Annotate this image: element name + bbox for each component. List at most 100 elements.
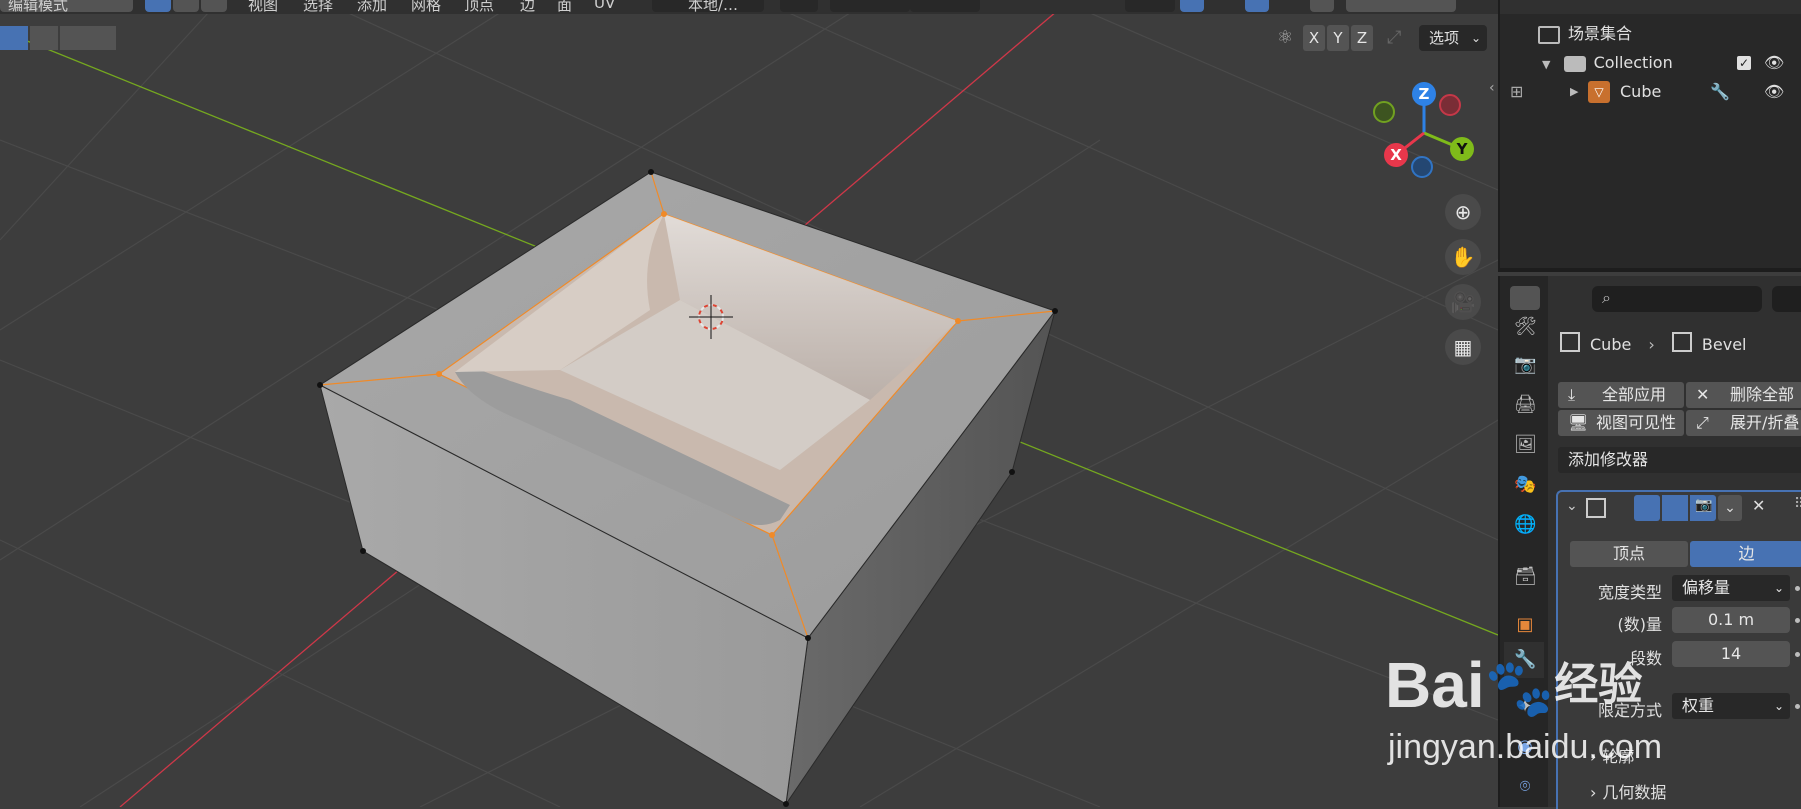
limit-method-label: 限定方式 (1597, 701, 1662, 720)
bevel-icon (1671, 332, 1692, 352)
collapse-chevron-icon[interactable]: ⌄ (1566, 498, 1578, 514)
viewport-display-toggle[interactable] (1662, 495, 1688, 521)
particles-tab-icon[interactable]: ✦ (1514, 696, 1536, 718)
gizmo-y-label: Y (1456, 140, 1469, 158)
options-dropdown[interactable]: 选项 ⌄ (1419, 25, 1487, 51)
keyframe-dot[interactable] (1795, 586, 1800, 591)
eye-icon[interactable]: 👁 (1764, 79, 1784, 105)
keyframe-dot[interactable] (1795, 618, 1800, 623)
scene-collection-icon (1538, 25, 1560, 44)
viewport-scene[interactable] (0, 0, 1498, 807)
editor-type-dropdown[interactable] (1510, 286, 1540, 310)
mirror-x-toggle[interactable]: X (1303, 25, 1325, 51)
scene-tab-icon[interactable]: 🎭 (1514, 474, 1536, 496)
apply-all-button[interactable]: ⤓ 全部应用 (1558, 382, 1684, 408)
snap-dropdown[interactable] (830, 0, 910, 12)
pivot-dropdown[interactable] (780, 0, 818, 12)
expand-triangle-icon[interactable]: ▶ (1570, 79, 1578, 105)
menu-select[interactable]: 选择 (303, 0, 333, 14)
object-tab-icon[interactable]: ▣ (1514, 614, 1536, 636)
drag-handle-icon[interactable]: ⠿ (1794, 496, 1801, 512)
perspective-grid-icon[interactable]: ▦ (1445, 329, 1481, 365)
shading-buttons[interactable] (1346, 0, 1456, 12)
search-icon: ⌕ (1602, 288, 1611, 307)
collection-icon (1563, 55, 1586, 72)
keyframe-dot[interactable] (1795, 704, 1800, 709)
face-select-button[interactable] (201, 0, 227, 12)
menu-vertex[interactable]: 顶点 (464, 0, 494, 14)
menu-add[interactable]: 添加 (357, 0, 387, 14)
modifier-menu-dropdown[interactable]: ⌄ (1718, 495, 1742, 521)
collection-row[interactable]: ▼ Collection ✓ 👁 (1542, 50, 1801, 76)
collection-tab-icon[interactable]: 🗃 (1514, 566, 1537, 588)
segments-field[interactable]: 14 (1672, 641, 1790, 667)
menu-face[interactable]: 面 (557, 0, 572, 14)
3d-viewport[interactable]: 编辑模式 视图 选择 添加 网格 顶点 边 面 UV 本地/… ⚛ X Y Z … (0, 0, 1498, 807)
hierarchy-icon: ⊞ (1510, 82, 1524, 101)
proportional-edit-dropdown[interactable] (910, 0, 980, 12)
output-tab-icon[interactable]: 🖨 (1514, 394, 1537, 416)
camera-icon[interactable]: 🎥 (1445, 284, 1481, 320)
scene-collection-row[interactable]: 场景集合 (1538, 21, 1632, 47)
keyframe-dot[interactable] (1795, 652, 1800, 657)
area-divider[interactable] (1500, 268, 1801, 272)
world-tab-icon[interactable]: 🌐 (1514, 514, 1536, 536)
add-modifier-dropdown[interactable]: 添加修改器 (1558, 447, 1801, 473)
select-mode-extend-button[interactable] (30, 26, 58, 50)
cube-row[interactable]: ⊞ ▶ ▽ Cube 🔧 👁 (1510, 79, 1801, 105)
viewport-visibility-button[interactable]: 🖥 视图可见性 (1558, 410, 1684, 436)
menu-uv[interactable]: UV (594, 0, 615, 12)
collapse-triangle-icon[interactable]: ▼ (1542, 58, 1550, 71)
limit-method-value: 权重 (1682, 696, 1715, 715)
mode-label: 编辑模式 (8, 0, 69, 14)
delete-all-label: 删除全部 (1730, 385, 1795, 404)
tab-vertices[interactable]: 顶点 (1570, 541, 1688, 567)
menu-view[interactable]: 视图 (248, 0, 278, 14)
menu-mesh[interactable]: 网格 (411, 0, 441, 14)
expand-collapse-button[interactable]: ⤢ 展开/折叠 (1686, 410, 1801, 436)
eye-icon[interactable]: 👁 (1764, 50, 1784, 76)
physics-tab-icon[interactable]: ◉ (1514, 736, 1536, 758)
modifier-wrench-icon[interactable]: 🔧 (1710, 79, 1730, 105)
select-tool-dropdown[interactable] (1125, 0, 1175, 12)
constraints-tab-icon[interactable]: ⌾ (1514, 776, 1536, 798)
mirror-y-toggle[interactable]: Y (1327, 25, 1349, 51)
overlay-toggle[interactable] (1245, 0, 1269, 12)
edge-select-button[interactable] (173, 0, 199, 12)
sidebar-toggle-chevron-icon[interactable]: ‹ (1489, 80, 1495, 96)
breadcrumb-separator-icon: › (1648, 335, 1655, 354)
properties-search-input[interactable]: ⌕ (1592, 286, 1762, 312)
select-mode-new-button[interactable] (0, 26, 28, 50)
mirror-z-toggle[interactable]: Z (1351, 25, 1373, 51)
edit-mode-toggle[interactable] (1634, 495, 1660, 521)
amount-field[interactable]: 0.1 m (1672, 607, 1790, 633)
select-mode-intersect-button[interactable] (88, 26, 116, 50)
vertex-select-button[interactable] (145, 0, 171, 12)
view-layer-tab-icon[interactable]: 🖼 (1514, 434, 1537, 456)
wrench-icon: 🔧 (1514, 649, 1537, 670)
zoom-icon[interactable]: ⊕ (1445, 194, 1481, 230)
tab-edges[interactable]: 边 (1690, 541, 1801, 567)
collection-label: Collection (1593, 53, 1673, 72)
pan-hand-icon[interactable]: ✋ (1445, 239, 1481, 275)
width-type-dropdown[interactable]: 偏移量 ⌄ (1672, 575, 1790, 601)
geometry-subpanel-header[interactable]: › 几何数据 (1590, 779, 1666, 803)
render-tab-icon[interactable]: 📷 (1514, 354, 1536, 376)
remove-modifier-close-icon[interactable]: ✕ (1752, 496, 1765, 515)
select-mode-subtract-button[interactable] (60, 26, 88, 50)
navigation-gizmo[interactable]: Z Y X (1366, 78, 1486, 188)
modifier-tab-active[interactable]: 🔧 (1504, 642, 1544, 678)
bevel-modifier-icon (1586, 498, 1606, 518)
topology-mirror-icon[interactable]: ⤢ (1387, 27, 1401, 48)
render-toggle[interactable]: 📷 (1690, 495, 1716, 521)
collection-checkbox[interactable]: ✓ (1737, 56, 1751, 70)
pin-button[interactable] (1772, 286, 1801, 312)
limit-method-dropdown[interactable]: 权重 ⌄ (1672, 693, 1790, 719)
xray-toggle[interactable] (1310, 0, 1334, 12)
delete-all-button[interactable]: ✕ 删除全部 (1686, 382, 1801, 408)
profile-subpanel-header[interactable]: › 轮廓 (1590, 743, 1634, 767)
gizmo-toggle[interactable] (1180, 0, 1204, 12)
add-modifier-label: 添加修改器 (1568, 450, 1649, 469)
menu-edge[interactable]: 边 (520, 0, 535, 14)
tool-tab-icon[interactable]: 🛠 (1514, 316, 1537, 338)
